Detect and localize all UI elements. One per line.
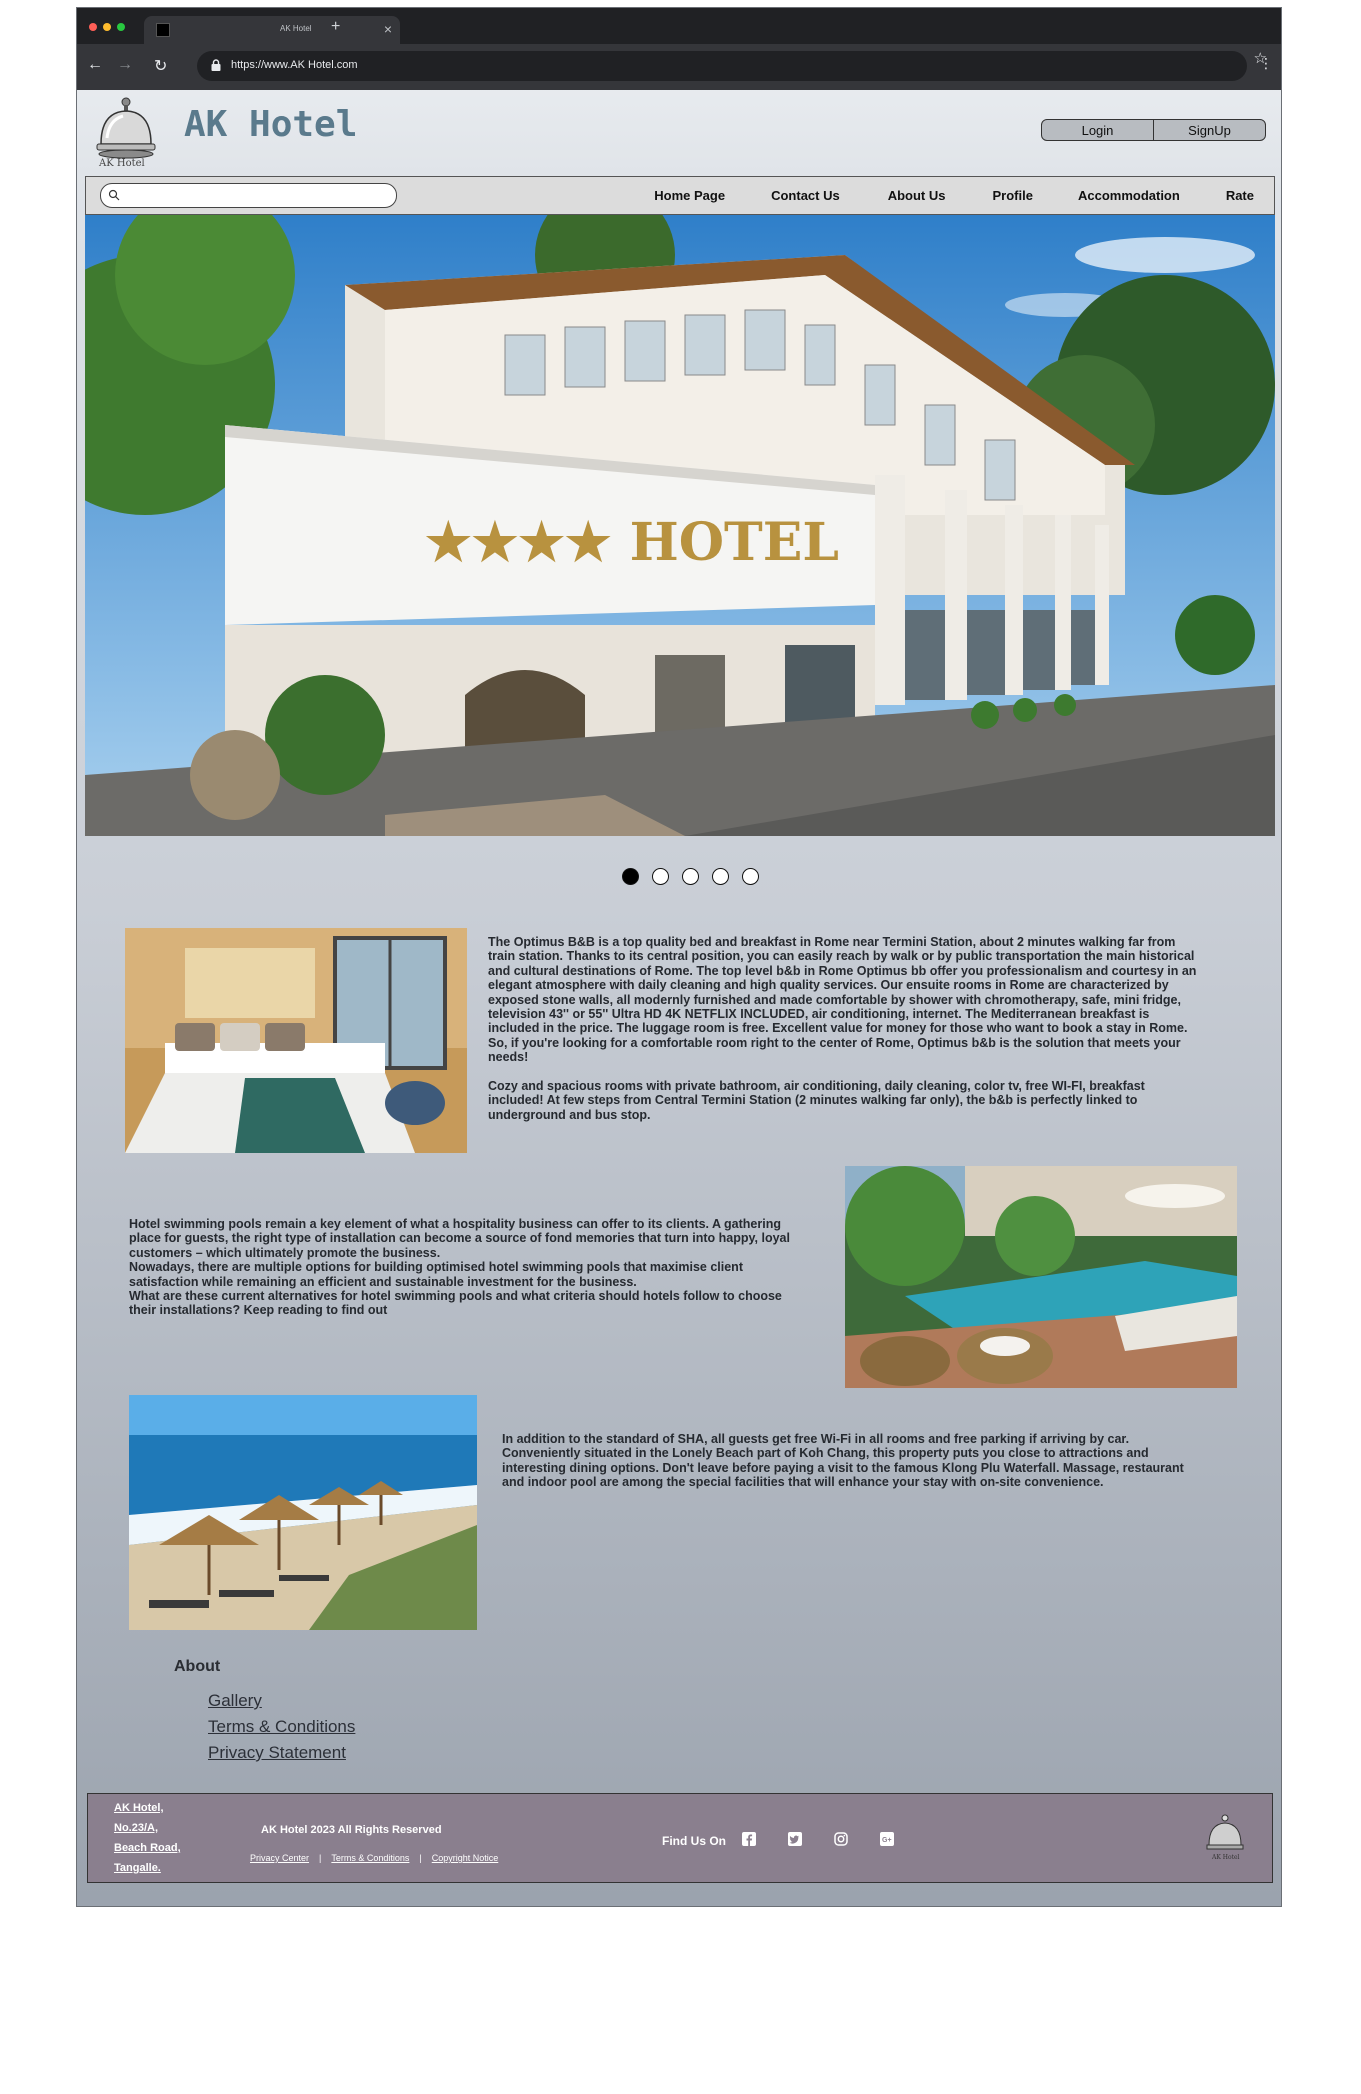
beach-illustration xyxy=(129,1395,477,1630)
social-icons: G+ xyxy=(741,1831,895,1847)
main-navigation: Home Page Contact Us About Us Profile Ac… xyxy=(85,176,1275,215)
tab-title: AK Hotel xyxy=(280,24,312,33)
pool-illustration xyxy=(845,1166,1237,1388)
copyright-notice-link[interactable]: Copyright Notice xyxy=(432,1853,499,1863)
address-line: No.23/A, xyxy=(114,1822,159,1834)
auth-buttons: Login SignUp xyxy=(1041,119,1266,141)
about-links: Gallery Terms & Conditions Privacy State… xyxy=(208,1691,355,1763)
pool-description: Hotel swimming pools remain a key elemen… xyxy=(129,1217,790,1318)
link-separator: | xyxy=(319,1853,322,1863)
forward-icon[interactable]: → xyxy=(117,56,133,74)
back-icon[interactable]: ← xyxy=(87,56,103,74)
footer-bell-logo: AK Hotel xyxy=(1206,1814,1244,1861)
bedroom-illustration xyxy=(125,928,467,1153)
browser-tab-bar: AK Hotel × + xyxy=(77,8,1281,44)
footer-address: AK Hotel, No.23/A, Beach Road, Tangalle. xyxy=(114,1798,181,1878)
room-photo xyxy=(125,928,467,1153)
instagram-icon[interactable] xyxy=(833,1831,849,1847)
nav-menu: Home Page Contact Us About Us Profile Ac… xyxy=(654,177,1274,214)
hero-hotel-image: ★★★★ HOTEL xyxy=(85,215,1275,836)
close-window-button[interactable] xyxy=(89,23,97,31)
link-separator: | xyxy=(419,1853,422,1863)
logo-caption: AK Hotel xyxy=(99,158,145,169)
carousel-dot-2[interactable] xyxy=(652,868,669,885)
rooms-description: The Optimus B&B is a top quality bed and… xyxy=(488,935,1197,1122)
carousel-dot-5[interactable] xyxy=(742,868,759,885)
about-heading: About xyxy=(174,1658,221,1675)
nav-profile[interactable]: Profile xyxy=(993,188,1033,203)
address-line: Tangalle. xyxy=(114,1862,161,1874)
lock-icon xyxy=(211,59,221,71)
site-title: AK Hotel xyxy=(184,104,358,145)
nav-contact-us[interactable]: Contact Us xyxy=(771,188,840,203)
browser-window: AK Hotel × + ← → ↻ https://www.AK Hotel.… xyxy=(76,7,1282,1907)
beach-description: In addition to the standard of SHA, all … xyxy=(502,1432,1184,1490)
maximize-window-button[interactable] xyxy=(117,23,125,31)
browser-tab[interactable]: AK Hotel × xyxy=(144,16,400,44)
tab-close-icon[interactable]: × xyxy=(384,21,392,37)
search-icon xyxy=(108,189,120,201)
search-input[interactable] xyxy=(100,183,397,208)
footer-terms-link[interactable]: Terms & Conditions xyxy=(331,1853,409,1863)
browser-menu-icon[interactable]: ⋮ xyxy=(1259,56,1273,70)
twitter-icon[interactable] xyxy=(787,1831,803,1847)
new-tab-icon[interactable]: + xyxy=(331,18,340,36)
nav-home-page[interactable]: Home Page xyxy=(654,188,725,203)
carousel-dot-4[interactable] xyxy=(712,868,729,885)
address-bar[interactable]: https://www.AK Hotel.com xyxy=(197,51,1247,81)
address-line: AK Hotel, xyxy=(114,1802,164,1814)
terms-conditions-link[interactable]: Terms & Conditions xyxy=(208,1717,355,1737)
carousel-dot-1[interactable] xyxy=(622,868,639,885)
privacy-statement-link[interactable]: Privacy Statement xyxy=(208,1743,355,1763)
google-plus-icon[interactable]: G+ xyxy=(879,1831,895,1847)
privacy-center-link[interactable]: Privacy Center xyxy=(250,1853,309,1863)
facebook-icon[interactable] xyxy=(741,1831,757,1847)
window-controls xyxy=(89,23,125,31)
carousel-indicators xyxy=(622,868,759,885)
signup-button[interactable]: SignUp xyxy=(1153,120,1265,140)
footer-logo-caption: AK Hotel xyxy=(1211,1854,1240,1861)
minimize-window-button[interactable] xyxy=(103,23,111,31)
footer-links: Privacy Center | Terms & Conditions | Co… xyxy=(250,1853,498,1863)
carousel-dot-3[interactable] xyxy=(682,868,699,885)
gallery-link[interactable]: Gallery xyxy=(208,1691,355,1711)
favicon-icon xyxy=(156,23,170,37)
url-text: https://www.AK Hotel.com xyxy=(231,59,358,71)
beach-photo xyxy=(129,1395,477,1630)
footer: AK Hotel, No.23/A, Beach Road, Tangalle.… xyxy=(87,1793,1273,1883)
address-line: Beach Road, xyxy=(114,1842,181,1854)
nav-about-us[interactable]: About Us xyxy=(888,188,946,203)
browser-toolbar: ← → ↻ https://www.AK Hotel.com ☆ ⋮ xyxy=(77,44,1281,90)
hotel-building-illustration: ★★★★ HOTEL xyxy=(85,215,1275,836)
svg-text:G+: G+ xyxy=(882,1837,892,1844)
find-us-label: Find Us On xyxy=(662,1834,726,1848)
svg-text:★★★★ HOTEL: ★★★★ HOTEL xyxy=(425,512,839,573)
nav-accommodation[interactable]: Accommodation xyxy=(1078,188,1180,203)
nav-rate[interactable]: Rate xyxy=(1226,188,1254,203)
copyright-text: AK Hotel 2023 All Rights Reserved xyxy=(261,1824,442,1836)
reload-icon[interactable]: ↻ xyxy=(154,56,167,76)
login-button[interactable]: Login xyxy=(1042,120,1153,140)
pool-photo xyxy=(845,1166,1237,1388)
